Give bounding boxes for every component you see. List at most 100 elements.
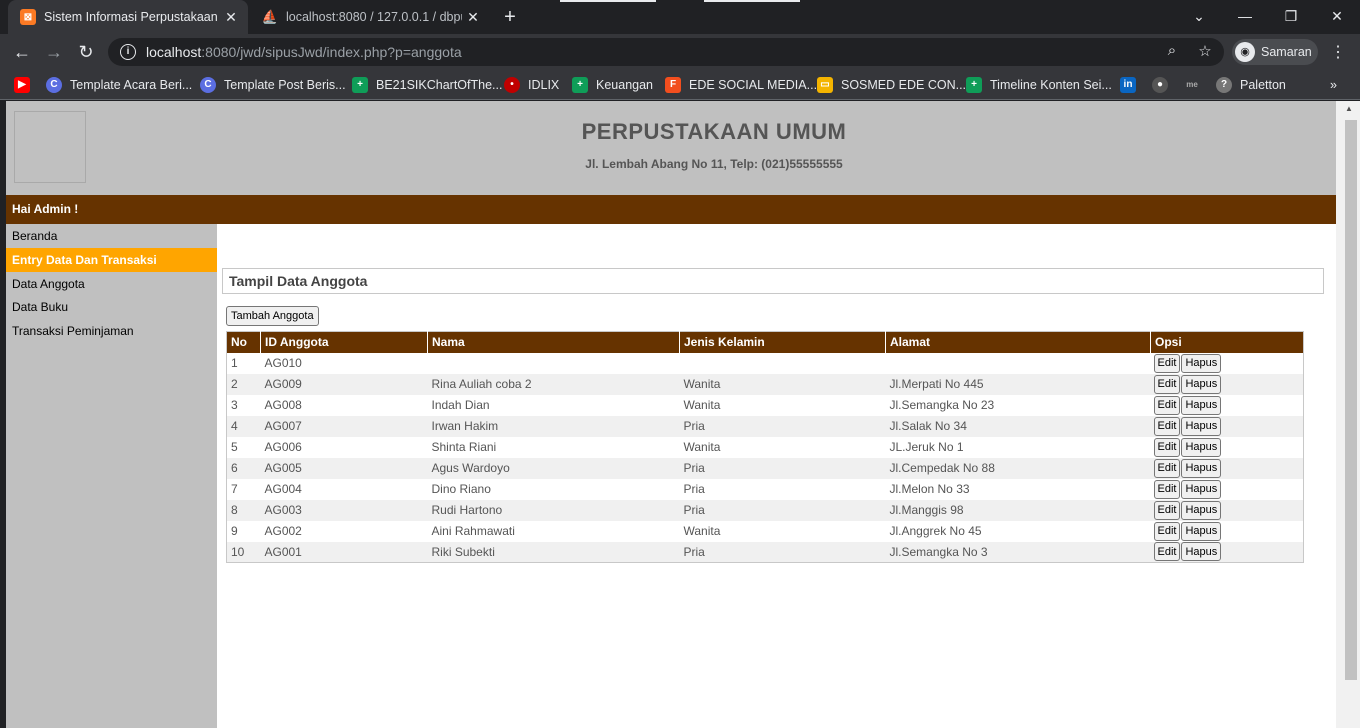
- cell-jenis-kelamin: Pria: [679, 415, 886, 437]
- bookmark-github[interactable]: ●: [1152, 76, 1176, 94]
- tab-phpmyadmin[interactable]: ⛵ localhost:8080 / 127.0.0.1 / dbpu ✕: [250, 0, 490, 34]
- profile-name: Samaran: [1261, 45, 1312, 59]
- bookmark-item[interactable]: ? Paletton: [1216, 76, 1286, 94]
- address-bar[interactable]: i localhost:8080/jwd/sipusJwd/index.php?…: [108, 38, 1224, 66]
- bookmark-label: Keuangan: [596, 78, 654, 92]
- cell-nama: Irwan Hakim: [427, 415, 680, 437]
- sheets-icon: +: [572, 77, 588, 93]
- delete-button[interactable]: Hapus: [1181, 395, 1222, 415]
- close-tab-icon[interactable]: ✕: [220, 9, 242, 26]
- bookmark-item[interactable]: F EDE SOCIAL MEDIA...: [665, 76, 817, 94]
- cell-nama: Indah Dian: [431, 398, 490, 412]
- restore-icon[interactable]: ❐: [1268, 4, 1314, 28]
- sidebar-item-data-buku[interactable]: Data Buku: [6, 295, 217, 319]
- edit-button[interactable]: Edit: [1153, 416, 1181, 436]
- sidebar-menu: Beranda Entry Data Dan Transaksi Data An…: [6, 224, 217, 728]
- cell-nama: Shinta Riani: [431, 440, 497, 454]
- sidebar-item-beranda[interactable]: Beranda: [6, 224, 217, 248]
- menu-kebab-icon[interactable]: ⋮: [1330, 42, 1346, 62]
- bookmark-item[interactable]: ▭ SOSMED EDE CON...: [817, 76, 966, 94]
- cell-no: 1: [231, 356, 238, 370]
- scrollbar-thumb[interactable]: [1345, 120, 1357, 680]
- edit-button[interactable]: Edit: [1153, 437, 1181, 457]
- cell-jenis-kelamin: Wanita: [683, 398, 721, 412]
- cell-id-anggota: AG010: [264, 356, 302, 370]
- cell-alamat: [886, 353, 1151, 374]
- cell-opsi: Edit Hapus: [1150, 415, 1304, 437]
- bookmark-linkedin[interactable]: in: [1120, 76, 1144, 94]
- delete-button[interactable]: Hapus: [1181, 374, 1222, 394]
- sidebar-item-entry-data[interactable]: Entry Data Dan Transaksi: [6, 248, 217, 272]
- close-window-icon[interactable]: ✕: [1314, 4, 1360, 28]
- scroll-up-arrow-icon[interactable]: ▲: [1345, 104, 1353, 113]
- reload-icon[interactable]: ↻: [72, 38, 100, 66]
- edit-button[interactable]: Edit: [1153, 395, 1181, 415]
- bookmark-item[interactable]: C Template Acara Beri...: [46, 76, 192, 94]
- delete-button[interactable]: Hapus: [1181, 521, 1222, 541]
- phpmyadmin-icon: ⛵: [261, 9, 279, 24]
- linkedin-icon: in: [1120, 77, 1136, 93]
- bookmark-me[interactable]: me: [1184, 76, 1208, 94]
- cell-id-anggota: AG005: [260, 457, 428, 479]
- cell-alamat: Jl.Salak No 34: [885, 415, 1151, 437]
- edit-button[interactable]: Edit: [1153, 374, 1181, 394]
- bookmark-label: Template Post Beris...: [224, 78, 346, 92]
- profile-button[interactable]: ◉ Samaran: [1232, 39, 1318, 65]
- new-tab-button[interactable]: +: [498, 5, 522, 29]
- minimize-icon[interactable]: —: [1222, 4, 1268, 28]
- bookmark-item[interactable]: • IDLIX: [504, 76, 559, 94]
- bookmark-item[interactable]: + BE21SIKChartOfThe...: [352, 76, 502, 94]
- url-text: localhost:8080/jwd/sipusJwd/index.php?p=…: [146, 44, 462, 60]
- bookmark-item[interactable]: C Template Post Beris...: [200, 76, 346, 94]
- url-path: :8080/jwd/sipusJwd/index.php?p=anggota: [201, 44, 462, 60]
- cell-opsi: Edit Hapus: [1151, 353, 1304, 374]
- tab-search-icon[interactable]: ⌄: [1176, 4, 1222, 28]
- sidebar-item-transaksi[interactable]: Transaksi Peminjaman: [6, 319, 217, 343]
- sheets-icon: +: [966, 77, 982, 93]
- delete-button[interactable]: Hapus: [1181, 500, 1222, 520]
- panel-title: Tampil Data Anggota: [229, 273, 368, 289]
- delete-button[interactable]: Hapus: [1181, 353, 1222, 373]
- edit-button[interactable]: Edit: [1153, 542, 1181, 562]
- delete-button[interactable]: Hapus: [1181, 458, 1222, 478]
- browser-toolbar: ← → ↻ i localhost:8080/jwd/sipusJwd/inde…: [0, 34, 1360, 70]
- table-row: 8 AG003 Rudi Hartono Pria Jl.Manggis 98 Edit H…: [226, 499, 1304, 521]
- bookmark-label: BE21SIKChartOfThe...: [376, 78, 503, 92]
- sidebar-item-data-anggota[interactable]: Data Anggota: [6, 272, 217, 296]
- table-row: 9 AG002 Aini Rahmawati Wanita Jl.Anggrek No …: [227, 521, 1304, 542]
- bookmark-item[interactable]: + Keuangan: [572, 76, 653, 94]
- close-tab-icon[interactable]: ✕: [462, 9, 484, 26]
- zoom-search-icon[interactable]: ⌕: [1160, 42, 1184, 62]
- site-info-icon[interactable]: i: [120, 44, 136, 60]
- back-icon[interactable]: ←: [8, 38, 36, 66]
- add-member-button[interactable]: Tambah Anggota: [226, 306, 319, 326]
- bookmark-youtube[interactable]: ▶: [14, 76, 38, 94]
- cell-opsi: Edit Hapus: [1151, 437, 1304, 458]
- cell-jenis-kelamin: Wanita: [683, 524, 721, 538]
- cell-nama: Rudi Hartono: [427, 499, 680, 521]
- edit-button[interactable]: Edit: [1153, 500, 1181, 520]
- forward-icon[interactable]: →: [40, 38, 68, 66]
- cell-nama: Rina Auliah coba 2: [427, 373, 680, 395]
- bookmark-item[interactable]: + Timeline Konten Sei...: [966, 76, 1112, 94]
- site-header: PERPUSTAKAAN UMUM Jl. Lembah Abang No 11…: [6, 101, 1336, 195]
- delete-button[interactable]: Hapus: [1181, 437, 1222, 457]
- bookmark-star-icon[interactable]: ☆: [1193, 42, 1217, 62]
- column-header-id: ID Anggota: [260, 331, 428, 353]
- delete-button[interactable]: Hapus: [1181, 416, 1222, 436]
- cell-id-anggota: AG003: [260, 499, 428, 521]
- table-row: 1 AG010 Edit Hapus: [227, 353, 1304, 374]
- cell-no: 8: [226, 499, 261, 521]
- edit-button[interactable]: Edit: [1153, 353, 1181, 373]
- edit-button[interactable]: Edit: [1153, 479, 1181, 499]
- edit-button[interactable]: Edit: [1153, 458, 1181, 478]
- tab-sistem-informasi[interactable]: ⊠ Sistem Informasi Perpustakaan ✕: [8, 0, 248, 34]
- cell-no: 3: [231, 398, 238, 412]
- edit-button[interactable]: Edit: [1153, 521, 1181, 541]
- cell-alamat: JL.Jeruk No 1: [889, 440, 964, 454]
- slides-icon: ▭: [817, 77, 833, 93]
- delete-button[interactable]: Hapus: [1181, 542, 1222, 562]
- more-bookmarks-icon[interactable]: »: [1330, 76, 1337, 94]
- youtube-icon: ▶: [14, 77, 30, 93]
- delete-button[interactable]: Hapus: [1181, 479, 1222, 499]
